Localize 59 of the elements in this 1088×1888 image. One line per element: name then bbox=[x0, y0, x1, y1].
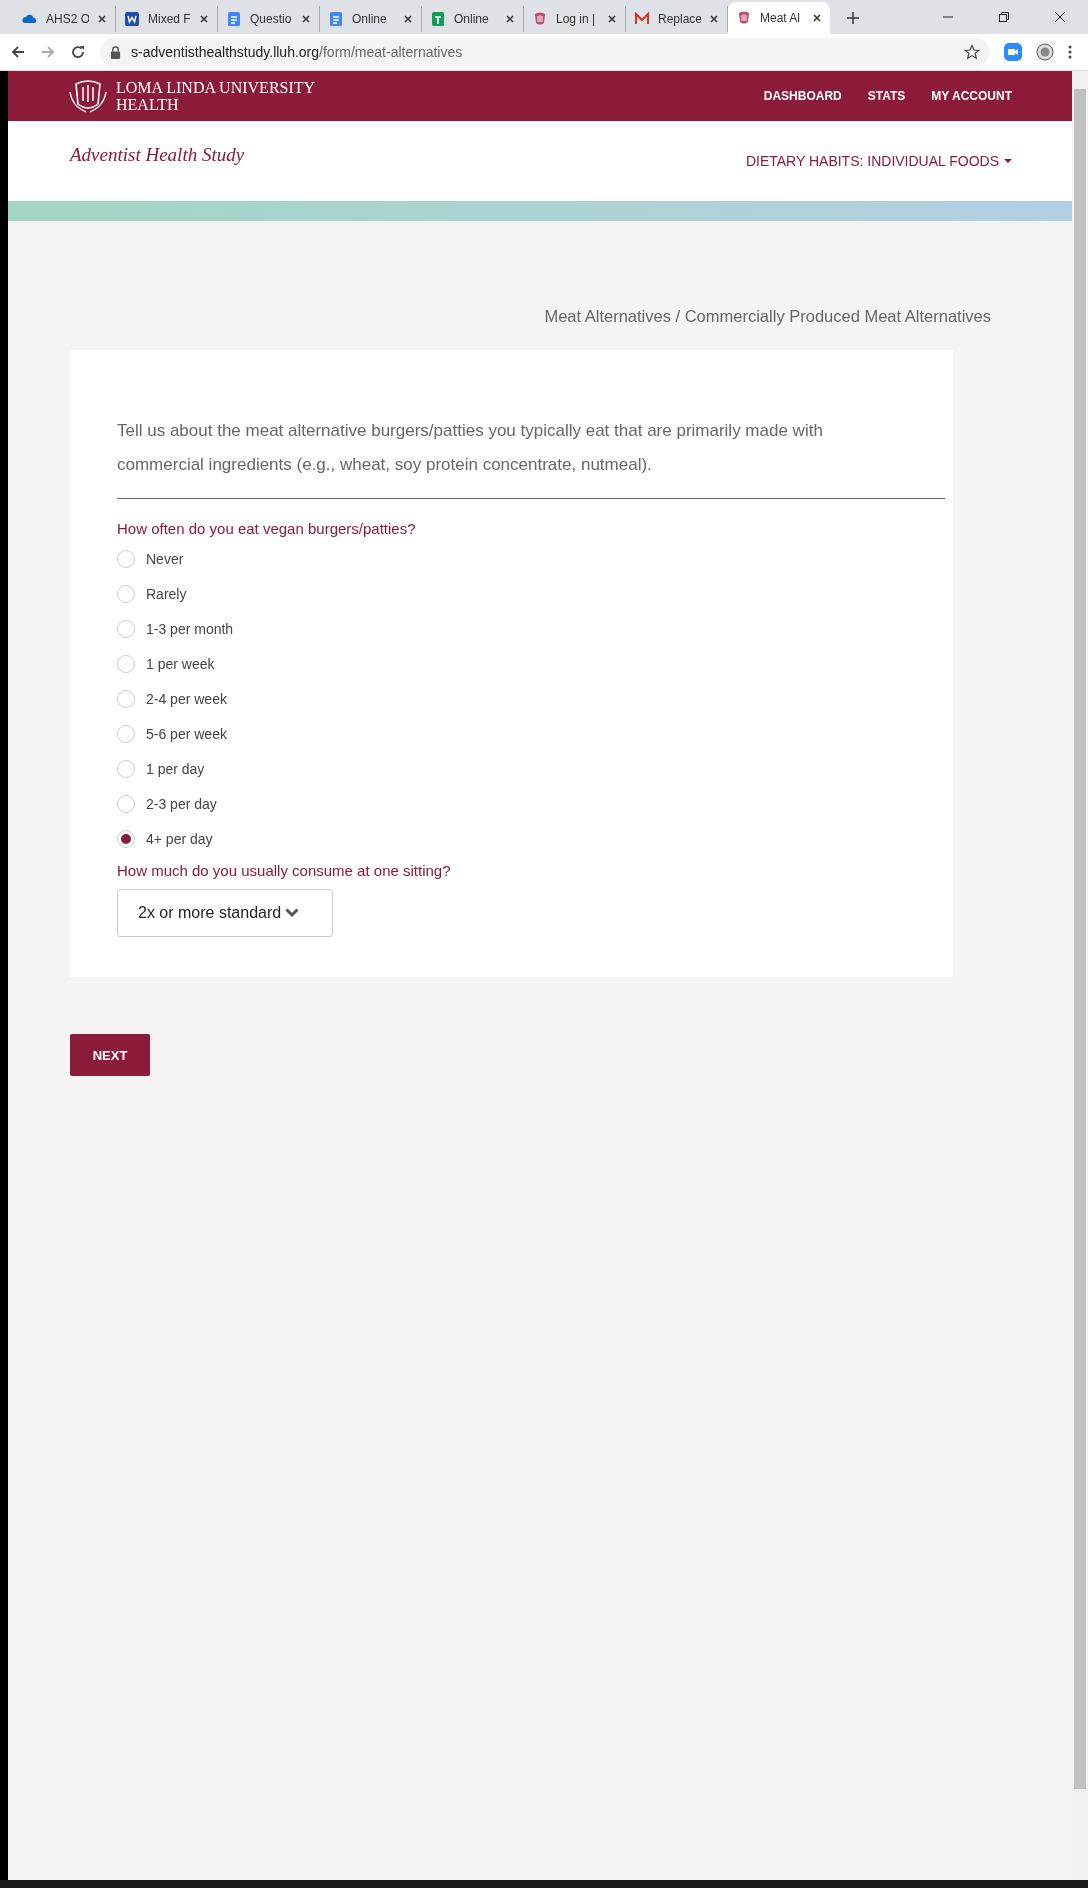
profile-icon[interactable] bbox=[1036, 43, 1054, 61]
close-icon[interactable] bbox=[97, 14, 107, 24]
close-icon[interactable] bbox=[607, 14, 617, 24]
browser-tab[interactable]: Mixed F bbox=[116, 6, 218, 32]
caret-icon bbox=[1004, 158, 1012, 164]
nav-link[interactable]: DASHBOARD bbox=[763, 89, 842, 103]
close-icon[interactable] bbox=[301, 14, 311, 24]
radio-option[interactable]: 2-3 per day bbox=[117, 786, 945, 821]
browser-tab[interactable]: AHS2 O bbox=[14, 6, 116, 32]
radio-option[interactable]: Rarely bbox=[117, 576, 945, 611]
section-menu[interactable]: DIETARY HABITS: INDIVIDUAL FOODS bbox=[745, 153, 1012, 169]
document-icon bbox=[226, 11, 242, 27]
radio-option[interactable]: 2-4 per week bbox=[117, 681, 945, 716]
breadcrumb: Meat Alternatives / Commercially Produced Meat Alternatives bbox=[543, 307, 991, 326]
nav-link[interactable]: STATS bbox=[867, 89, 906, 103]
star-icon[interactable] bbox=[964, 44, 980, 60]
browser-tab[interactable]: Meat Al bbox=[728, 2, 830, 34]
address-bar[interactable]: s-adventisthealthstudy.lluh.org/form/meat-alternatives bbox=[100, 38, 990, 66]
reload-icon[interactable] bbox=[70, 44, 86, 60]
chevron-down-icon bbox=[285, 908, 300, 918]
spreadsheet-icon bbox=[430, 11, 446, 27]
new-tab-icon[interactable] bbox=[846, 11, 860, 25]
menu-icon[interactable] bbox=[1068, 44, 1072, 60]
browser-tab[interactable]: Online bbox=[422, 6, 524, 32]
radio-option[interactable]: 1 per day bbox=[117, 751, 945, 786]
crest-icon bbox=[68, 78, 108, 114]
lock-icon bbox=[110, 45, 121, 59]
site-title: Adventist Health Study bbox=[70, 144, 245, 166]
close-icon[interactable] bbox=[1054, 11, 1066, 23]
url-text: s-adventisthealthstudy.lluh.org/form/meat-alternatives bbox=[131, 44, 464, 60]
radio-option[interactable]: Never bbox=[117, 541, 945, 576]
portion-dropdown[interactable]: 2x or more standard bbox=[117, 889, 333, 937]
browser-tab[interactable]: Log in | bbox=[524, 6, 626, 32]
question-label: How often do you eat vegan burgers/patties? bbox=[117, 520, 417, 537]
logo-text: LOMA LINDA UNIVERSITY HEALTH bbox=[116, 79, 316, 113]
nav-link[interactable]: MY ACCOUNT bbox=[931, 89, 1012, 103]
document-icon bbox=[328, 11, 344, 27]
radio-option[interactable]: 1-3 per month bbox=[117, 611, 945, 646]
close-icon[interactable] bbox=[709, 14, 719, 24]
crest-icon bbox=[736, 10, 752, 26]
radio-option[interactable]: 1 per week bbox=[117, 646, 945, 681]
next-button[interactable]: NEXT bbox=[70, 1034, 150, 1076]
document-icon bbox=[124, 11, 140, 27]
close-icon[interactable] bbox=[403, 14, 413, 24]
browser-tab[interactable]: Questio bbox=[218, 6, 320, 32]
radio-option[interactable]: 4+ per day bbox=[117, 821, 945, 856]
close-icon[interactable] bbox=[812, 13, 822, 23]
crest-icon bbox=[532, 11, 548, 27]
close-icon[interactable] bbox=[199, 14, 209, 24]
mail-icon bbox=[634, 11, 650, 27]
radio-option[interactable]: 5-6 per week bbox=[117, 716, 945, 751]
scrollbar[interactable] bbox=[1072, 71, 1088, 1880]
video-camera-icon[interactable] bbox=[1004, 43, 1022, 61]
restore-icon[interactable] bbox=[998, 11, 1010, 23]
browser-tab[interactable]: Online bbox=[320, 6, 422, 32]
question-label: How much do you usually consume at one sitting? bbox=[117, 862, 452, 879]
intro-text: Tell us about the meat alternative burgers/patties you typically eat that are primarily made with commercial ingredients (e.g., wheat, soy protein concentrate, nutmeal). bbox=[117, 420, 824, 476]
close-icon[interactable] bbox=[505, 14, 515, 24]
back-icon[interactable] bbox=[10, 44, 26, 60]
